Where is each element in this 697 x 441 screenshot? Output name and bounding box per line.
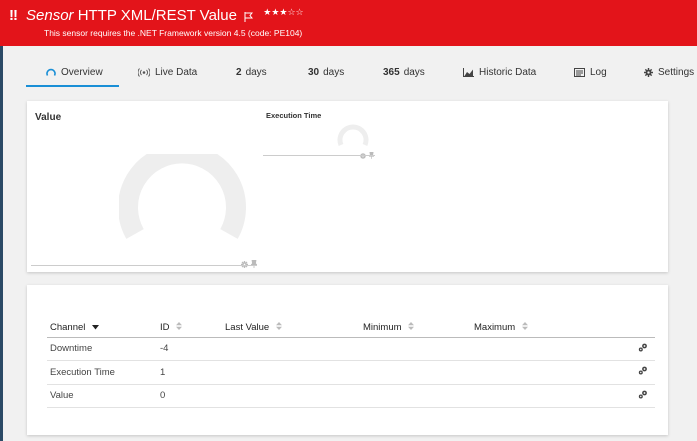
table-row[interactable]: Downtime -4 (47, 337, 655, 361)
sensor-message: This sensor requires the .NET Framework … (44, 28, 303, 38)
sort-desc-icon[interactable] (92, 322, 100, 333)
tab-label: days (323, 66, 345, 78)
cell-last-value (225, 360, 363, 385)
cell-maximum (474, 337, 586, 361)
cell-maximum (474, 360, 586, 385)
tab-overview[interactable]: Overview (46, 58, 103, 86)
cell-channel[interactable]: Value (47, 384, 160, 408)
column-label: Minimum (363, 322, 402, 334)
tab-historic-data[interactable]: Historic Data (463, 58, 536, 86)
tab-label: days (403, 66, 425, 78)
pin-icon[interactable] (250, 255, 258, 273)
column-header-minimum[interactable]: Minimum (363, 313, 474, 338)
cell-channel[interactable]: Downtime (47, 337, 160, 361)
log-icon (574, 67, 585, 77)
live-data-icon (138, 67, 150, 77)
cell-minimum (363, 337, 474, 361)
execution-time-gauge[interactable] (335, 118, 371, 148)
cell-last-value (225, 337, 363, 361)
column-header-channel[interactable]: Channel (47, 313, 160, 338)
cell-id: 1 (160, 360, 225, 385)
column-label: ID (160, 322, 170, 334)
value-gauge[interactable] (119, 154, 249, 239)
overview-gauge-icon (46, 68, 56, 77)
gauges-panel: Value Execution Time (27, 101, 668, 272)
column-label: Last Value (225, 322, 270, 334)
cell-minimum (363, 360, 474, 385)
tab-label: Historic Data (479, 66, 537, 78)
tab-365-days[interactable]: 365 days (383, 58, 425, 86)
table-row[interactable]: Execution Time 1 (47, 360, 655, 385)
gear-icon[interactable] (241, 255, 248, 273)
cell-id: -4 (160, 337, 225, 361)
channel-settings-icon[interactable] (638, 390, 648, 402)
value-gauge-baseline (31, 265, 257, 266)
cell-actions (586, 337, 655, 361)
tab-live-data[interactable]: Live Data (138, 58, 197, 86)
cell-actions (586, 360, 655, 385)
alert-mark: !! (9, 7, 18, 24)
tab-2-days[interactable]: 2 days (236, 58, 267, 86)
sensor-tabs: Overview Live Data 2 days 30 days 365 days … (0, 58, 697, 88)
gauge-title-execution-time: Execution Time (266, 111, 322, 120)
cell-actions (586, 384, 655, 408)
tab-number: 2 (236, 66, 242, 78)
tab-30-days[interactable]: 30 days (308, 58, 344, 86)
sensor-name[interactable]: HTTP XML/REST Value (78, 7, 237, 24)
tab-number: 30 (308, 66, 320, 78)
tab-label: Settings (658, 66, 695, 78)
column-label: Channel (50, 322, 86, 334)
column-header-actions (586, 313, 655, 338)
tab-number: 365 (383, 66, 400, 78)
sort-icon[interactable] (176, 322, 183, 333)
table-row[interactable]: Value 0 (47, 384, 655, 408)
cell-id: 0 (160, 384, 225, 408)
flag-icon[interactable] (244, 9, 254, 26)
tab-log[interactable]: Log (574, 58, 607, 86)
channel-settings-icon[interactable] (638, 343, 648, 355)
sensor-title: Sensor HTTP XML/REST Value ★★★☆☆ (26, 7, 304, 26)
column-header-maximum[interactable]: Maximum (474, 313, 586, 338)
sensor-type: Sensor (26, 7, 74, 24)
gear-icon (644, 67, 653, 77)
tab-label: Overview (61, 66, 103, 78)
gauge-title-value: Value (35, 112, 62, 123)
sort-icon[interactable] (275, 322, 282, 333)
historic-chart-icon (463, 67, 474, 77)
active-tab-indicator (26, 85, 119, 87)
column-label: Maximum (474, 322, 516, 334)
column-header-last-value[interactable]: Last Value (225, 313, 363, 338)
value-gauge-tools (241, 255, 258, 273)
cell-channel[interactable]: Execution Time (47, 360, 160, 385)
channel-settings-icon[interactable] (638, 366, 648, 378)
sort-icon[interactable] (521, 322, 528, 333)
column-header-id[interactable]: ID (160, 313, 225, 338)
cell-minimum (363, 384, 474, 408)
channels-panel: Channel ID Last Value Minimum Maximum Do… (27, 285, 668, 435)
tab-label: days (245, 66, 267, 78)
tab-settings[interactable]: Settings (644, 58, 694, 86)
tab-label: Live Data (155, 66, 198, 78)
priority-stars[interactable]: ★★★☆☆ (263, 7, 303, 18)
cell-maximum (474, 384, 586, 408)
channel-table: Channel ID Last Value Minimum Maximum Do… (47, 313, 655, 408)
cell-last-value (225, 384, 363, 408)
table-header-row: Channel ID Last Value Minimum Maximum (47, 313, 655, 338)
tab-label: Log (590, 66, 607, 78)
sort-icon[interactable] (408, 322, 415, 333)
execution-time-gauge-baseline (263, 155, 375, 156)
sensor-header: !! Sensor HTTP XML/REST Value ★★★☆☆ This… (0, 0, 697, 46)
